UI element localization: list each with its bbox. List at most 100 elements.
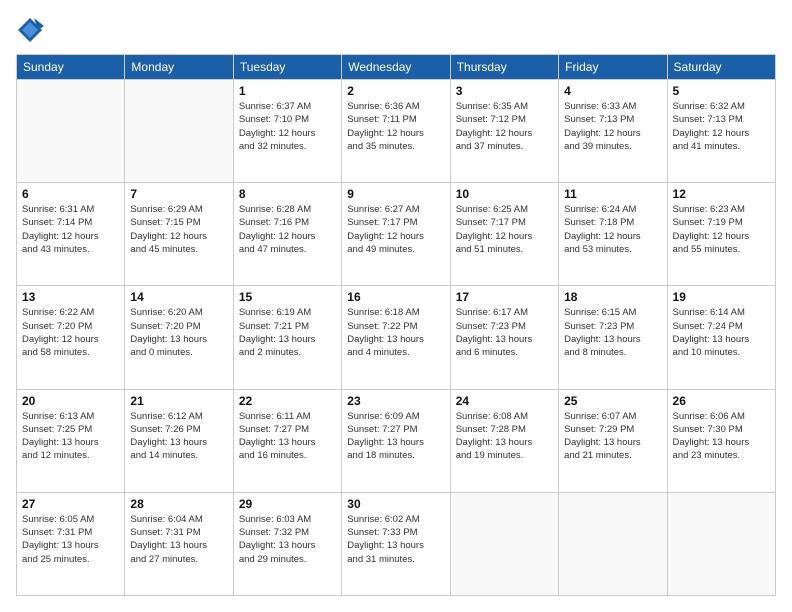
week-row-4: 20 Sunrise: 6:13 AM Sunset: 7:25 PM Dayli… [17, 389, 776, 492]
day-detail: Sunrise: 6:19 AM Sunset: 7:21 PM Dayligh… [239, 306, 336, 359]
day-number: 16 [347, 290, 444, 304]
day-detail: Sunrise: 6:09 AM Sunset: 7:27 PM Dayligh… [347, 410, 444, 463]
day-detail: Sunrise: 6:24 AM Sunset: 7:18 PM Dayligh… [564, 203, 661, 256]
day-number: 29 [239, 497, 336, 511]
day-number: 4 [564, 84, 661, 98]
day-number: 17 [456, 290, 553, 304]
day-detail: Sunrise: 6:04 AM Sunset: 7:31 PM Dayligh… [130, 513, 227, 566]
calendar-cell: 28 Sunrise: 6:04 AM Sunset: 7:31 PM Dayli… [125, 492, 233, 595]
calendar-cell: 7Sunrise: 6:29 AM Sunset: 7:15 PM Daylig… [125, 183, 233, 286]
calendar-cell: 9 Sunrise: 6:27 AM Sunset: 7:17 PM Daylig… [342, 183, 450, 286]
weekday-header-friday: Friday [559, 55, 667, 80]
day-detail: Sunrise: 6:14 AM Sunset: 7:24 PM Dayligh… [673, 306, 770, 359]
day-detail: Sunrise: 6:02 AM Sunset: 7:33 PM Dayligh… [347, 513, 444, 566]
calendar-cell: 4Sunrise: 6:33 AM Sunset: 7:13 PM Daylig… [559, 80, 667, 183]
day-detail: Sunrise: 6:05 AM Sunset: 7:31 PM Dayligh… [22, 513, 119, 566]
day-number: 3 [456, 84, 553, 98]
calendar-cell: 15 Sunrise: 6:19 AM Sunset: 7:21 PM Dayli… [233, 286, 341, 389]
calendar-cell [17, 80, 125, 183]
day-detail: Sunrise: 6:31 AM Sunset: 7:14 PM Dayligh… [22, 203, 119, 256]
day-number: 19 [673, 290, 770, 304]
day-number: 21 [130, 394, 227, 408]
calendar-cell: 30 Sunrise: 6:02 AM Sunset: 7:33 PM Dayli… [342, 492, 450, 595]
day-number: 28 [130, 497, 227, 511]
calendar-cell: 2Sunrise: 6:36 AM Sunset: 7:11 PM Daylig… [342, 80, 450, 183]
day-number: 10 [456, 187, 553, 201]
logo-icon [16, 16, 44, 44]
calendar-cell: 3 Sunrise: 6:35 AM Sunset: 7:12 PM Daylig… [450, 80, 558, 183]
day-number: 8 [239, 187, 336, 201]
day-detail: Sunrise: 6:12 AM Sunset: 7:26 PM Dayligh… [130, 410, 227, 463]
day-detail: Sunrise: 6:28 AM Sunset: 7:16 PM Dayligh… [239, 203, 336, 256]
day-detail: Sunrise: 6:18 AM Sunset: 7:22 PM Dayligh… [347, 306, 444, 359]
header [16, 16, 776, 44]
day-number: 26 [673, 394, 770, 408]
calendar-cell: 20 Sunrise: 6:13 AM Sunset: 7:25 PM Dayli… [17, 389, 125, 492]
day-detail: Sunrise: 6:22 AM Sunset: 7:20 PM Dayligh… [22, 306, 119, 359]
calendar-cell: 25 Sunrise: 6:07 AM Sunset: 7:29 PM Dayli… [559, 389, 667, 492]
page: SundayMondayTuesdayWednesdayThursdayFrid… [0, 0, 792, 612]
day-number: 18 [564, 290, 661, 304]
day-number: 7 [130, 187, 227, 201]
calendar-cell: 21 Sunrise: 6:12 AM Sunset: 7:26 PM Dayli… [125, 389, 233, 492]
weekday-header-thursday: Thursday [450, 55, 558, 80]
day-number: 9 [347, 187, 444, 201]
calendar-cell [667, 492, 775, 595]
weekday-header-monday: Monday [125, 55, 233, 80]
calendar-cell: 8 Sunrise: 6:28 AM Sunset: 7:16 PM Daylig… [233, 183, 341, 286]
weekday-header-tuesday: Tuesday [233, 55, 341, 80]
day-detail: Sunrise: 6:03 AM Sunset: 7:32 PM Dayligh… [239, 513, 336, 566]
calendar-cell: 1Sunrise: 6:37 AM Sunset: 7:10 PM Daylig… [233, 80, 341, 183]
calendar-cell [450, 492, 558, 595]
day-number: 15 [239, 290, 336, 304]
calendar-cell: 18Sunrise: 6:15 AM Sunset: 7:23 PM Dayli… [559, 286, 667, 389]
calendar-cell: 10 Sunrise: 6:25 AM Sunset: 7:17 PM Dayli… [450, 183, 558, 286]
day-number: 12 [673, 187, 770, 201]
day-number: 23 [347, 394, 444, 408]
day-number: 14 [130, 290, 227, 304]
calendar-cell [559, 492, 667, 595]
day-detail: Sunrise: 6:20 AM Sunset: 7:20 PM Dayligh… [130, 306, 227, 359]
calendar-cell [125, 80, 233, 183]
calendar-cell: 6 Sunrise: 6:31 AM Sunset: 7:14 PM Daylig… [17, 183, 125, 286]
weekday-header-saturday: Saturday [667, 55, 775, 80]
day-detail: Sunrise: 6:23 AM Sunset: 7:19 PM Dayligh… [673, 203, 770, 256]
calendar-cell: 22Sunrise: 6:11 AM Sunset: 7:27 PM Dayli… [233, 389, 341, 492]
calendar-cell: 26 Sunrise: 6:06 AM Sunset: 7:30 PM Dayli… [667, 389, 775, 492]
day-detail: Sunrise: 6:17 AM Sunset: 7:23 PM Dayligh… [456, 306, 553, 359]
calendar-table: SundayMondayTuesdayWednesdayThursdayFrid… [16, 54, 776, 596]
day-number: 13 [22, 290, 119, 304]
calendar-cell: 14 Sunrise: 6:20 AM Sunset: 7:20 PM Dayli… [125, 286, 233, 389]
week-row-3: 13 Sunrise: 6:22 AM Sunset: 7:20 PM Dayli… [17, 286, 776, 389]
week-row-5: 27 Sunrise: 6:05 AM Sunset: 7:31 PM Dayli… [17, 492, 776, 595]
day-detail: Sunrise: 6:27 AM Sunset: 7:17 PM Dayligh… [347, 203, 444, 256]
calendar-cell: 5Sunrise: 6:32 AM Sunset: 7:13 PM Daylig… [667, 80, 775, 183]
day-detail: Sunrise: 6:36 AM Sunset: 7:11 PM Dayligh… [347, 100, 444, 153]
day-detail: Sunrise: 6:07 AM Sunset: 7:29 PM Dayligh… [564, 410, 661, 463]
day-number: 11 [564, 187, 661, 201]
day-number: 30 [347, 497, 444, 511]
day-detail: Sunrise: 6:37 AM Sunset: 7:10 PM Dayligh… [239, 100, 336, 153]
day-number: 20 [22, 394, 119, 408]
day-detail: Sunrise: 6:08 AM Sunset: 7:28 PM Dayligh… [456, 410, 553, 463]
day-detail: Sunrise: 6:06 AM Sunset: 7:30 PM Dayligh… [673, 410, 770, 463]
calendar-cell: 23 Sunrise: 6:09 AM Sunset: 7:27 PM Dayli… [342, 389, 450, 492]
week-row-1: 1Sunrise: 6:37 AM Sunset: 7:10 PM Daylig… [17, 80, 776, 183]
day-number: 25 [564, 394, 661, 408]
week-row-2: 6 Sunrise: 6:31 AM Sunset: 7:14 PM Daylig… [17, 183, 776, 286]
day-detail: Sunrise: 6:13 AM Sunset: 7:25 PM Dayligh… [22, 410, 119, 463]
day-detail: Sunrise: 6:25 AM Sunset: 7:17 PM Dayligh… [456, 203, 553, 256]
calendar-cell: 27 Sunrise: 6:05 AM Sunset: 7:31 PM Dayli… [17, 492, 125, 595]
calendar-cell: 12 Sunrise: 6:23 AM Sunset: 7:19 PM Dayli… [667, 183, 775, 286]
calendar-cell: 19 Sunrise: 6:14 AM Sunset: 7:24 PM Dayli… [667, 286, 775, 389]
day-number: 6 [22, 187, 119, 201]
day-number: 24 [456, 394, 553, 408]
day-number: 22 [239, 394, 336, 408]
day-detail: Sunrise: 6:35 AM Sunset: 7:12 PM Dayligh… [456, 100, 553, 153]
calendar-cell: 16 Sunrise: 6:18 AM Sunset: 7:22 PM Dayli… [342, 286, 450, 389]
weekday-header-sunday: Sunday [17, 55, 125, 80]
day-number: 5 [673, 84, 770, 98]
logo [16, 16, 48, 44]
calendar-cell: 13 Sunrise: 6:22 AM Sunset: 7:20 PM Dayli… [17, 286, 125, 389]
day-number: 27 [22, 497, 119, 511]
